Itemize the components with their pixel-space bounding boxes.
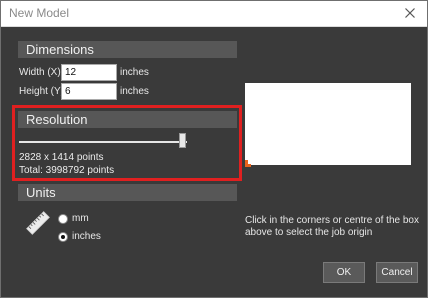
mm-radio[interactable] <box>58 214 68 224</box>
dialog-body: Dimensions Width (X) 12 inches Height (Y… <box>1 28 427 297</box>
title-bar: New Model <box>1 1 427 27</box>
height-unit: inches <box>120 86 149 97</box>
ruler-icon <box>25 210 51 236</box>
origin-preview-box[interactable] <box>245 83 411 165</box>
height-field[interactable]: 6 <box>61 83 117 100</box>
ok-button[interactable]: OK <box>323 262 365 283</box>
window-title: New Model <box>9 6 70 20</box>
close-button[interactable] <box>399 3 421 23</box>
units-header: Units <box>18 184 237 201</box>
width-unit: inches <box>120 67 149 78</box>
new-model-dialog: New Model Dimensions Width (X) 12 inches… <box>0 0 428 298</box>
close-icon <box>405 8 415 18</box>
origin-marker-vertical <box>245 160 248 167</box>
cancel-button[interactable]: Cancel <box>376 262 418 283</box>
width-label: Width (X) <box>19 67 61 78</box>
resolution-highlight-box <box>12 105 242 181</box>
origin-hint-text: Click in the corners or centre of the bo… <box>245 215 419 238</box>
inches-label: inches <box>72 231 101 242</box>
height-label: Height (Y) <box>19 86 65 97</box>
mm-label: mm <box>72 213 89 224</box>
dimensions-header: Dimensions <box>18 41 237 58</box>
inches-radio[interactable] <box>58 232 68 242</box>
width-field[interactable]: 12 <box>61 64 117 81</box>
